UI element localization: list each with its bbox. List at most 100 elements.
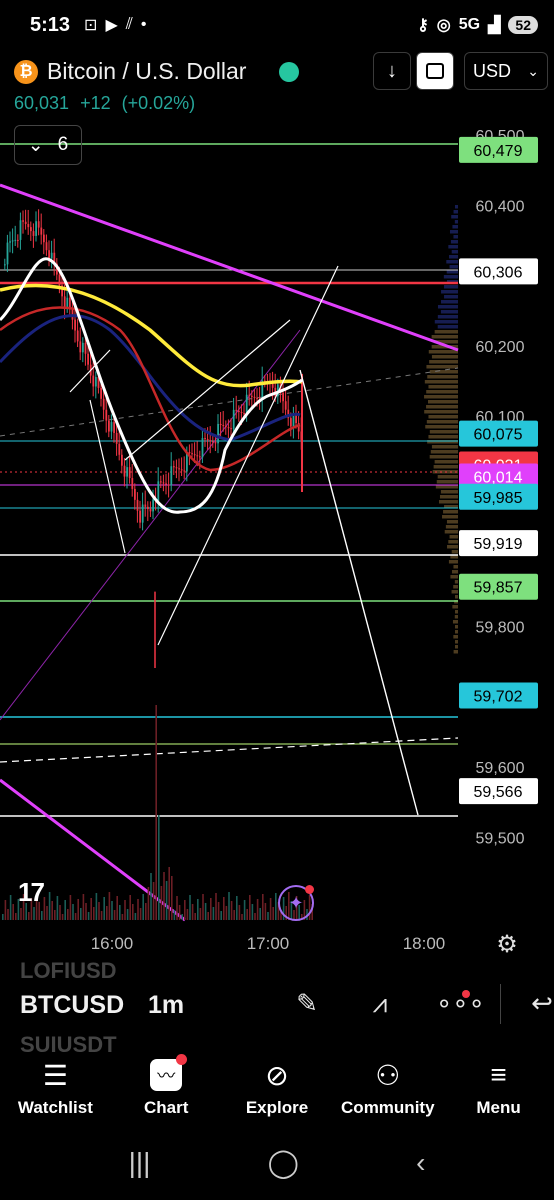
candle-body — [256, 397, 258, 399]
candle-body — [152, 499, 154, 512]
candle-body — [58, 274, 61, 286]
current-symbol[interactable]: BTCUSD — [20, 991, 124, 1020]
volume-bar — [28, 912, 30, 920]
volume-profile-bar — [453, 585, 458, 589]
candle-body — [118, 443, 121, 455]
symbol-title[interactable]: Bitcoin / U.S. Dollar — [47, 58, 246, 85]
volume-profile-bar — [453, 635, 458, 639]
candle-body — [136, 499, 139, 511]
fullscreen-button[interactable] — [416, 52, 454, 90]
system-navigation: ||| ◯ ‹ — [0, 1125, 554, 1200]
candle-body — [134, 488, 136, 500]
volume-bar — [236, 896, 238, 920]
arrow-down-button[interactable]: ↓ — [373, 52, 411, 90]
volume-profile-bar — [437, 325, 458, 329]
volume-bar — [93, 907, 95, 920]
purple-trendline — [0, 329, 301, 721]
candle-body — [290, 418, 292, 427]
volume-bar — [7, 909, 9, 920]
volume-profile-bar — [428, 435, 458, 439]
home-icon[interactable]: ◯ — [268, 1146, 299, 1179]
candle-body — [160, 481, 162, 483]
candle-body — [30, 227, 32, 232]
chart-settings-icon[interactable]: ⚙ — [494, 930, 520, 958]
volume-profile-bar — [434, 320, 458, 324]
candle-body — [115, 432, 118, 444]
candle-body — [40, 227, 43, 235]
volume-profile-bar — [440, 310, 458, 314]
timeframe-selector[interactable]: 1m — [148, 991, 184, 1020]
y-axis-tick-label: 59,500 — [476, 830, 525, 847]
chart-header: ₿ Bitcoin / U.S. Dollar ↓ USD ⌄ — [0, 50, 554, 94]
candle-body — [175, 467, 178, 469]
symbol-scroll-above[interactable]: LOFIUSD — [20, 958, 117, 984]
symbol-scroll-below[interactable]: SUIUSDT — [20, 1032, 117, 1053]
volume-profile-bar — [430, 450, 458, 454]
nav-watchlist[interactable]: ☰ Watchlist — [0, 1053, 111, 1125]
volume-bar — [264, 903, 267, 920]
menu-icon: ≡ — [490, 1059, 507, 1090]
volume-profile-bar — [429, 430, 458, 434]
volume-profile-bar — [436, 480, 458, 484]
candle-body — [17, 239, 19, 241]
candle-body — [105, 409, 108, 421]
volume-bar — [202, 894, 204, 920]
no-signal-icon: ⫽ — [125, 16, 133, 33]
volume-profile-bar — [439, 495, 458, 499]
volume-bar — [132, 904, 134, 920]
price-chart[interactable]: 60,50060,40060,20060,10059,80059,60059,5… — [0, 118, 554, 960]
volume-bar — [215, 893, 217, 920]
recent-apps-icon[interactable]: ||| — [129, 1147, 151, 1179]
nav-explore[interactable]: ⊘ Explore — [222, 1053, 333, 1125]
volume-bar — [223, 897, 225, 920]
volume-bar — [69, 895, 72, 920]
volume-bar — [80, 908, 82, 920]
nav-label: Chart — [143, 1098, 189, 1117]
volume-profile-bar — [453, 650, 458, 654]
x-axis-tick-label: 17:00 — [247, 934, 290, 953]
volume-profile-bar — [449, 230, 458, 234]
volume-bar — [194, 913, 196, 920]
candle-body — [295, 414, 297, 424]
candle-body — [131, 478, 134, 489]
candle-body — [212, 441, 214, 443]
nav-menu[interactable]: ≡ Menu — [443, 1053, 554, 1125]
chevron-down-icon: ⌄ — [27, 134, 44, 156]
volume-bar — [137, 899, 139, 920]
pattern-tool-button[interactable]: ⩘ — [362, 988, 398, 1024]
candle-body — [217, 423, 219, 444]
candle-body — [173, 466, 175, 468]
dot-icon: • — [140, 16, 147, 33]
undo-button[interactable]: ↩ — [524, 988, 554, 1024]
volume-bar — [272, 907, 274, 920]
currency-select[interactable]: USD ⌄ — [464, 52, 548, 90]
volume-bar — [220, 911, 222, 920]
volume-profile-bar — [434, 330, 458, 334]
volume-profile-bar — [444, 285, 458, 289]
volume-bar — [126, 909, 129, 920]
candle-body — [45, 242, 48, 251]
volume-profile-bar — [443, 510, 458, 514]
volume-profile-bar — [455, 595, 458, 599]
candle-body — [102, 398, 105, 410]
volume-bar — [43, 897, 46, 920]
volume-bar — [59, 905, 61, 920]
volume-bar — [2, 914, 4, 920]
ai-assistant-button[interactable]: ✦ — [278, 885, 314, 921]
y-axis-tick-label: 60,400 — [476, 198, 525, 215]
volume-bar — [48, 892, 51, 920]
notification-dot — [176, 1054, 188, 1065]
indicators-toggle-button[interactable]: ⌄ 6 — [14, 125, 82, 165]
volume-profile-bar — [446, 270, 458, 274]
draw-tool-button[interactable]: ✎ — [289, 988, 325, 1024]
back-icon[interactable]: ‹ — [416, 1147, 425, 1179]
y-axis-tick-label: 60,200 — [476, 339, 525, 356]
candle-body — [113, 422, 115, 433]
volume-profile-bar — [451, 215, 458, 219]
nav-chart[interactable]: 〰 Chart — [111, 1053, 222, 1125]
volume-bar — [77, 899, 79, 920]
volume-bar — [160, 886, 163, 920]
more-tools-button[interactable]: ∘∘∘ — [436, 988, 485, 1024]
candle-body — [248, 394, 251, 396]
nav-community[interactable]: ⚇ Community — [332, 1053, 443, 1125]
